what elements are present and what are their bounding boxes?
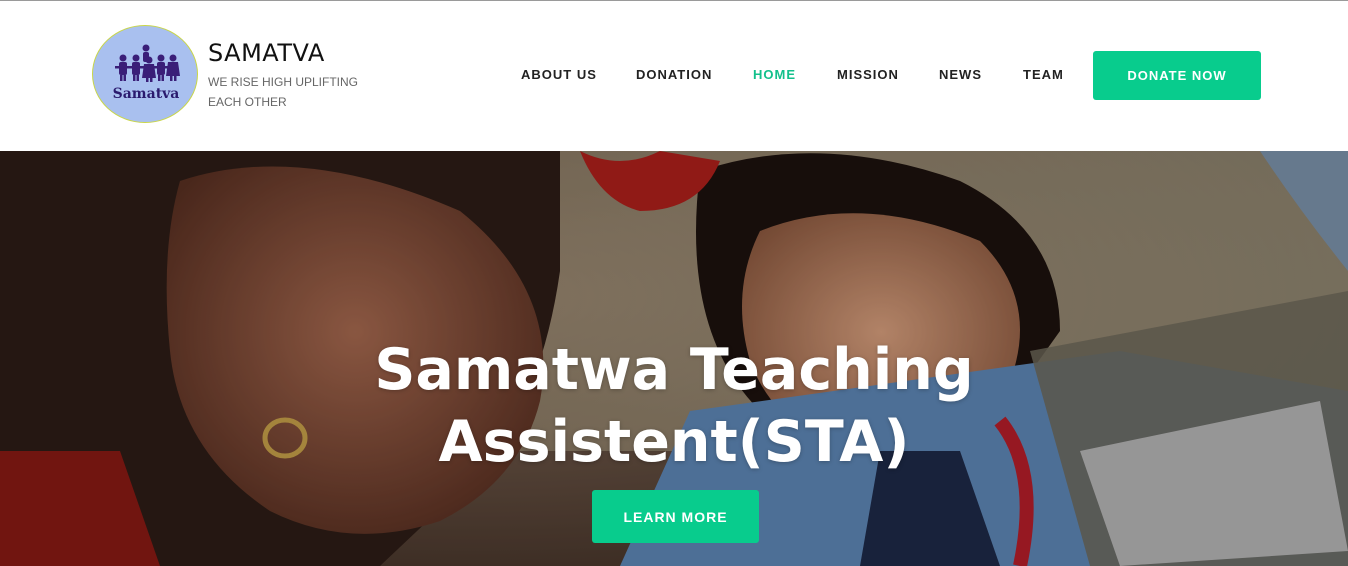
hero-title: Samatwa Teaching Assistent(STA) (374, 337, 974, 475)
nav-item-donation[interactable]: DONATION (636, 67, 712, 82)
nav-item-team[interactable]: TEAM (1023, 67, 1064, 82)
logo-wordmark: Samatva (112, 86, 180, 102)
nav-item-about-us[interactable]: ABOUT US (521, 67, 597, 82)
hero-banner: Samatwa Teaching Assistent(STA) LEARN MO… (0, 151, 1348, 566)
nav-item-news[interactable]: NEWS (939, 67, 982, 82)
site-title[interactable]: SAMATVA (208, 39, 325, 67)
site-header: Samatva SAMATVA WE RISE HIGH UPLIFTING E… (0, 1, 1348, 151)
nav-item-home[interactable]: HOME (753, 67, 796, 82)
donate-now-button[interactable]: DONATE NOW (1093, 51, 1261, 100)
learn-more-button[interactable]: LEARN MORE (592, 490, 759, 543)
children-group-icon (115, 44, 180, 82)
nav-item-mission[interactable]: MISSION (837, 67, 899, 82)
site-tagline: WE RISE HIGH UPLIFTING EACH OTHER (208, 75, 359, 109)
site-logo[interactable]: Samatva (92, 25, 198, 123)
